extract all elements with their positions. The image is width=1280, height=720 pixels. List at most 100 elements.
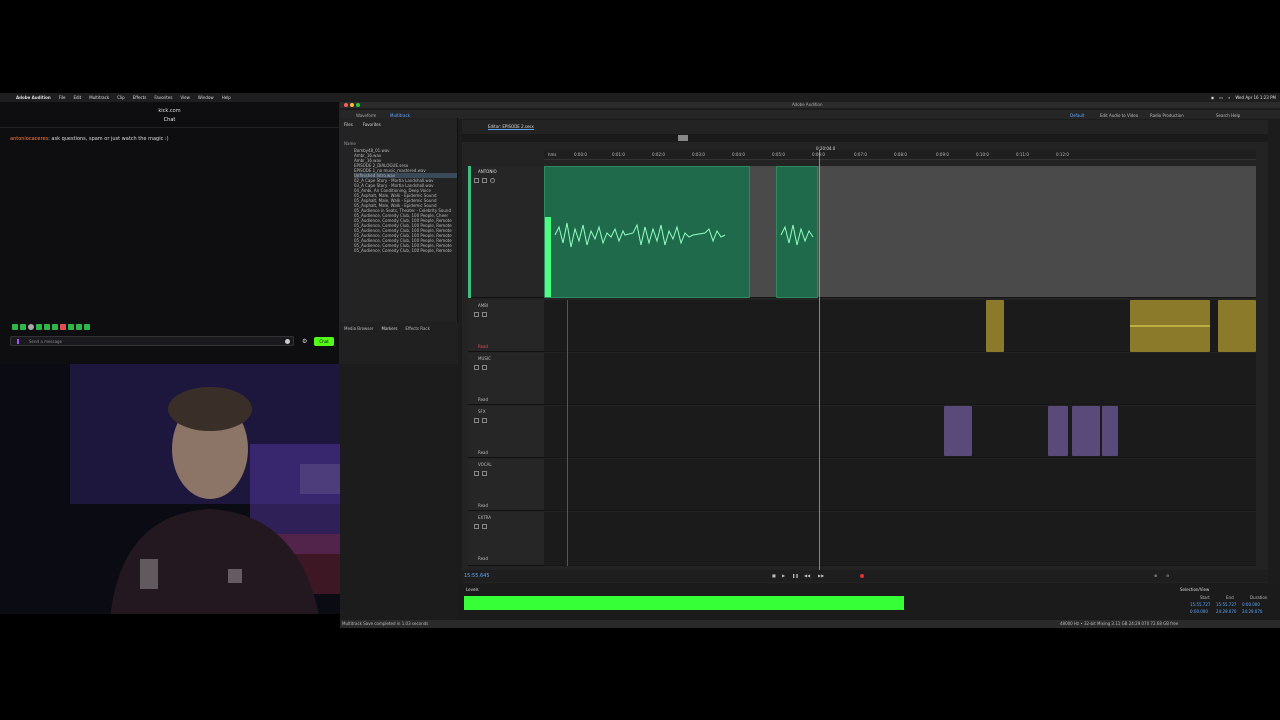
editor-tab[interactable]: Editor: EPISODE 2.sesx [488, 124, 534, 130]
solo-icon[interactable] [482, 365, 487, 370]
track-lane-music[interactable] [544, 353, 1256, 405]
overview-bar[interactable] [462, 134, 1268, 142]
solo-icon[interactable] [482, 418, 487, 423]
track-lane-antonio[interactable] [544, 166, 1256, 298]
menu-view[interactable]: View [180, 95, 190, 100]
audio-clip[interactable] [1218, 300, 1256, 352]
tab-markers[interactable]: Markers [382, 326, 398, 331]
tab-effects-rack[interactable]: Effects Rack [405, 326, 430, 331]
solo-icon[interactable] [482, 471, 487, 476]
record-arm-icon[interactable] [490, 178, 495, 183]
emoji-icon[interactable] [285, 339, 290, 344]
track-header-music[interactable]: MUSIC Read [468, 353, 544, 405]
audio-clip[interactable] [1072, 406, 1100, 456]
clock[interactable]: Wed Apr 16 1:23 PM [1235, 95, 1276, 100]
track-lane-extra[interactable] [544, 512, 1256, 566]
track-header-sfx[interactable]: SFX Read [468, 406, 544, 458]
track-read-mode[interactable]: Read [478, 556, 488, 561]
app-menu[interactable]: Adobe Audition [16, 95, 51, 100]
track-read-mode[interactable]: Read [478, 503, 488, 508]
track-name[interactable]: AMBI [478, 303, 488, 308]
files-column-header[interactable]: Name [340, 141, 457, 146]
close-icon[interactable] [344, 103, 348, 107]
track-lane-sfx[interactable] [544, 406, 1256, 458]
emote-icon[interactable] [76, 324, 82, 330]
fast-forward-icon[interactable]: ▶▶ [818, 573, 824, 578]
search-help[interactable]: Search Help [1216, 113, 1240, 118]
workspace-default[interactable]: Default [1070, 113, 1085, 118]
play-icon[interactable]: ▶ [782, 573, 785, 578]
emote-icon[interactable] [52, 324, 58, 330]
emote-icon[interactable] [68, 324, 74, 330]
audio-clip[interactable] [776, 166, 818, 298]
workspace-edit-audio-video[interactable]: Edit Audio to Video [1100, 113, 1138, 118]
track-name[interactable]: ANTONIO [478, 169, 497, 174]
search-icon[interactable]: ⌕ [1228, 95, 1230, 100]
tab-favorites[interactable]: Favorites [363, 122, 381, 127]
timeline-ruler[interactable]: hms 0:00:0 0:01:0 0:02:0 0:03:0 0:04:0 0… [544, 146, 1256, 160]
solo-icon[interactable] [482, 178, 487, 183]
pause-icon[interactable]: ❚❚ [792, 573, 799, 578]
mute-icon[interactable] [474, 312, 479, 317]
audio-clip[interactable] [544, 166, 750, 298]
view-start[interactable]: 0:00.000 [1190, 609, 1208, 614]
menu-clip[interactable]: Clip [117, 95, 125, 100]
tab-files[interactable]: Files [344, 122, 353, 127]
wifi-icon[interactable]: ◉ [1211, 95, 1215, 100]
emote-icon[interactable] [44, 324, 50, 330]
zoom-out-icon[interactable]: ⊖ [1166, 573, 1169, 578]
record-icon[interactable] [860, 574, 864, 578]
menu-file[interactable]: File [59, 95, 66, 100]
emote-icon[interactable] [36, 324, 42, 330]
track-name[interactable]: MUSIC [478, 356, 491, 361]
mute-icon[interactable] [474, 418, 479, 423]
tab-media-browser[interactable]: Media Browser [344, 326, 374, 331]
mute-icon[interactable] [474, 365, 479, 370]
emote-icon[interactable] [20, 324, 26, 330]
emote-icon[interactable] [12, 324, 18, 330]
audio-clip[interactable] [1102, 406, 1118, 456]
stop-icon[interactable]: ■ [772, 573, 776, 578]
track-header-ambi[interactable]: AMBI Read [468, 300, 544, 352]
audio-clip[interactable] [944, 406, 972, 456]
zoom-in-icon[interactable]: ⊕ [1154, 573, 1157, 578]
solo-icon[interactable] [482, 524, 487, 529]
emote-icon[interactable] [28, 324, 34, 330]
menu-multitrack[interactable]: Multitrack [89, 95, 109, 100]
menu-favorites[interactable]: Favorites [154, 95, 172, 100]
audio-clip[interactable] [986, 300, 1004, 352]
settings-icon[interactable]: ⚙ [302, 338, 307, 345]
selection-duration[interactable]: 0:00.000 [1242, 602, 1260, 607]
selection-start[interactable]: 15:55.727 [1190, 602, 1210, 607]
workspace-radio[interactable]: Radio Production [1150, 113, 1184, 118]
zoom-icon[interactable] [356, 103, 360, 107]
view-end[interactable]: 24:29.070 [1216, 609, 1236, 614]
track-name[interactable]: EXTRA [478, 515, 491, 520]
menu-window[interactable]: Window [198, 95, 214, 100]
track-read-mode[interactable]: Read [478, 397, 488, 402]
menu-effects[interactable]: Effects [133, 95, 147, 100]
rewind-icon[interactable]: ◀◀ [804, 573, 810, 578]
track-lane-ambi[interactable] [544, 300, 1256, 352]
emote-icon[interactable] [60, 324, 66, 330]
audio-clip[interactable] [1048, 406, 1068, 456]
view-duration[interactable]: 24:29.070 [1242, 609, 1262, 614]
emote-icon[interactable] [84, 324, 90, 330]
minimize-icon[interactable] [350, 103, 354, 107]
playhead[interactable] [819, 150, 820, 570]
chat-user[interactable]: antoniocaceres [10, 136, 48, 142]
mute-icon[interactable] [474, 178, 479, 183]
track-read-mode[interactable]: Read [478, 450, 488, 455]
mute-icon[interactable] [474, 524, 479, 529]
track-read-mode[interactable]: Read [478, 344, 488, 349]
mute-icon[interactable] [474, 471, 479, 476]
selection-end[interactable]: 15:55.727 [1216, 602, 1236, 607]
menu-help[interactable]: Help [222, 95, 231, 100]
audio-clip[interactable] [1130, 300, 1210, 352]
track-header-vocal[interactable]: VOCAL Read [468, 459, 544, 511]
track-header-extra[interactable]: EXTRA Read [468, 512, 544, 566]
track-name[interactable]: SFX [478, 409, 486, 414]
file-item[interactable]: 05_Audience, Comedy Club, 100 People, Re… [354, 248, 457, 253]
track-lane-vocal[interactable] [544, 459, 1256, 511]
menu-edit[interactable]: Edit [73, 95, 81, 100]
